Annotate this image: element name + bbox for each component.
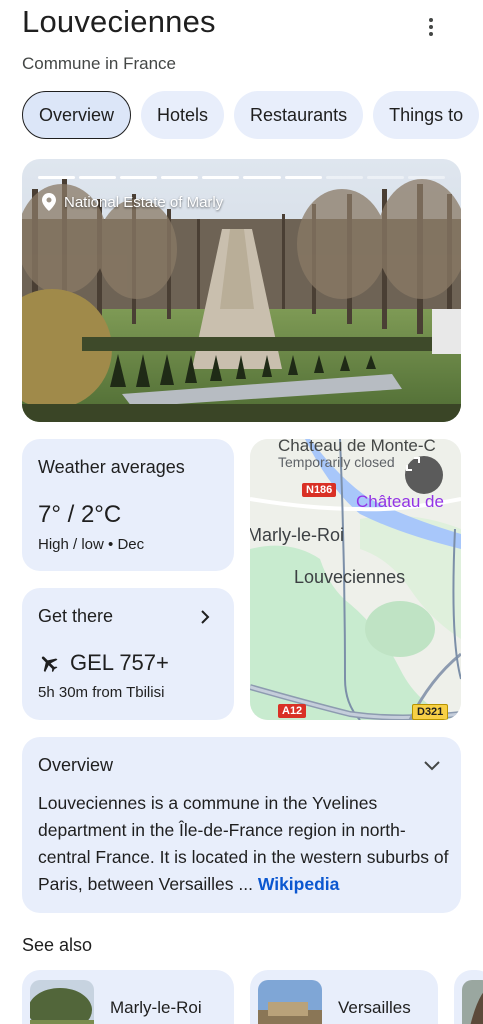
map-label-marly: Marly-le-Roi [250, 525, 345, 545]
chip-hotels[interactable]: Hotels [141, 91, 225, 139]
page-title: Louveciennes [22, 4, 216, 39]
weather-card[interactable]: Weather averages 7° / 2°C High / low • D… [22, 439, 234, 571]
expand-map-icon[interactable] [405, 456, 443, 494]
overview-title: Overview [38, 755, 114, 775]
slide-progress-segment [407, 176, 445, 179]
map-label-poi: Château de [356, 492, 444, 511]
flight-detail: 5h 30m from Tbilisi [38, 684, 165, 701]
map-road-d321: D321 [412, 704, 449, 720]
location-pin-icon [42, 193, 56, 211]
flight-price-text: GEL 757+ [70, 650, 169, 675]
see-also-heading: See also [22, 935, 93, 955]
map-label-status: Temporarily closed [278, 454, 395, 470]
see-also-name: Versailles [338, 998, 411, 1017]
slide-progress-segment [325, 176, 363, 179]
hero-caption: National Estate of Marly [42, 193, 223, 211]
see-also-card-versailles[interactable]: Versailles [250, 970, 438, 1024]
slide-progress-segment [284, 176, 322, 179]
chip-overview[interactable]: Overview [22, 91, 132, 139]
flight-price: GEL 757+ [38, 650, 169, 676]
get-there-title: Get there [38, 606, 114, 626]
hero-image[interactable]: National Estate of Marly [22, 159, 461, 422]
hero-caption-text: National Estate of Marly [64, 193, 224, 211]
chevron-down-icon[interactable] [422, 755, 442, 775]
wikipedia-link[interactable]: Wikipedia [258, 874, 340, 894]
page-subtitle: Commune in France [22, 54, 177, 73]
slide-progress-indicator [38, 176, 445, 179]
slide-progress-segment [243, 176, 281, 179]
overview-card[interactable]: Overview Louveciennes is a commune in th… [22, 737, 461, 913]
slide-progress-segment [161, 176, 199, 179]
map-label-louveciennes: Louveciennes [294, 567, 406, 587]
see-also-thumbnail [258, 980, 322, 1024]
see-also-thumbnail [30, 980, 94, 1024]
see-also-name: Marly-le-Roi [110, 998, 202, 1017]
map-road-n186: N186 [302, 483, 337, 497]
overview-text: Louveciennes is a commune in the Yveline… [38, 790, 450, 898]
weather-title: Weather averages [38, 457, 185, 477]
see-also-thumbnail [462, 980, 483, 1024]
weather-detail: High / low • Dec [38, 536, 145, 553]
chevron-right-icon [201, 610, 210, 624]
weather-temperature: 7° / 2°C [38, 501, 122, 528]
expand-arrows-icon [406, 457, 420, 471]
map-road-a12: A12 [278, 704, 307, 718]
slide-progress-segment [366, 176, 404, 179]
more-options-icon[interactable] [416, 12, 446, 42]
see-also-card-more[interactable] [454, 970, 483, 1024]
overview-description: Louveciennes is a commune in the Yveline… [38, 793, 449, 894]
see-also-card-marly[interactable]: Marly-le-Roi [22, 970, 234, 1024]
airplane-icon [41, 656, 58, 673]
chip-restaurants[interactable]: Restaurants [234, 91, 364, 139]
map-thumbnail[interactable]: Chateau de Monte-C Temporarily closed N1… [250, 439, 461, 720]
slide-progress-segment [202, 176, 240, 179]
slide-progress-segment [79, 176, 117, 179]
get-there-card[interactable]: Get there GEL 757+ 5h 30m from Tbilisi [22, 588, 234, 720]
chip-things-to-do[interactable]: Things to [373, 91, 480, 139]
slide-progress-segment [38, 176, 76, 179]
slide-progress-segment [120, 176, 158, 179]
category-chips: Overview Hotels Restaurants Things to [22, 91, 480, 139]
